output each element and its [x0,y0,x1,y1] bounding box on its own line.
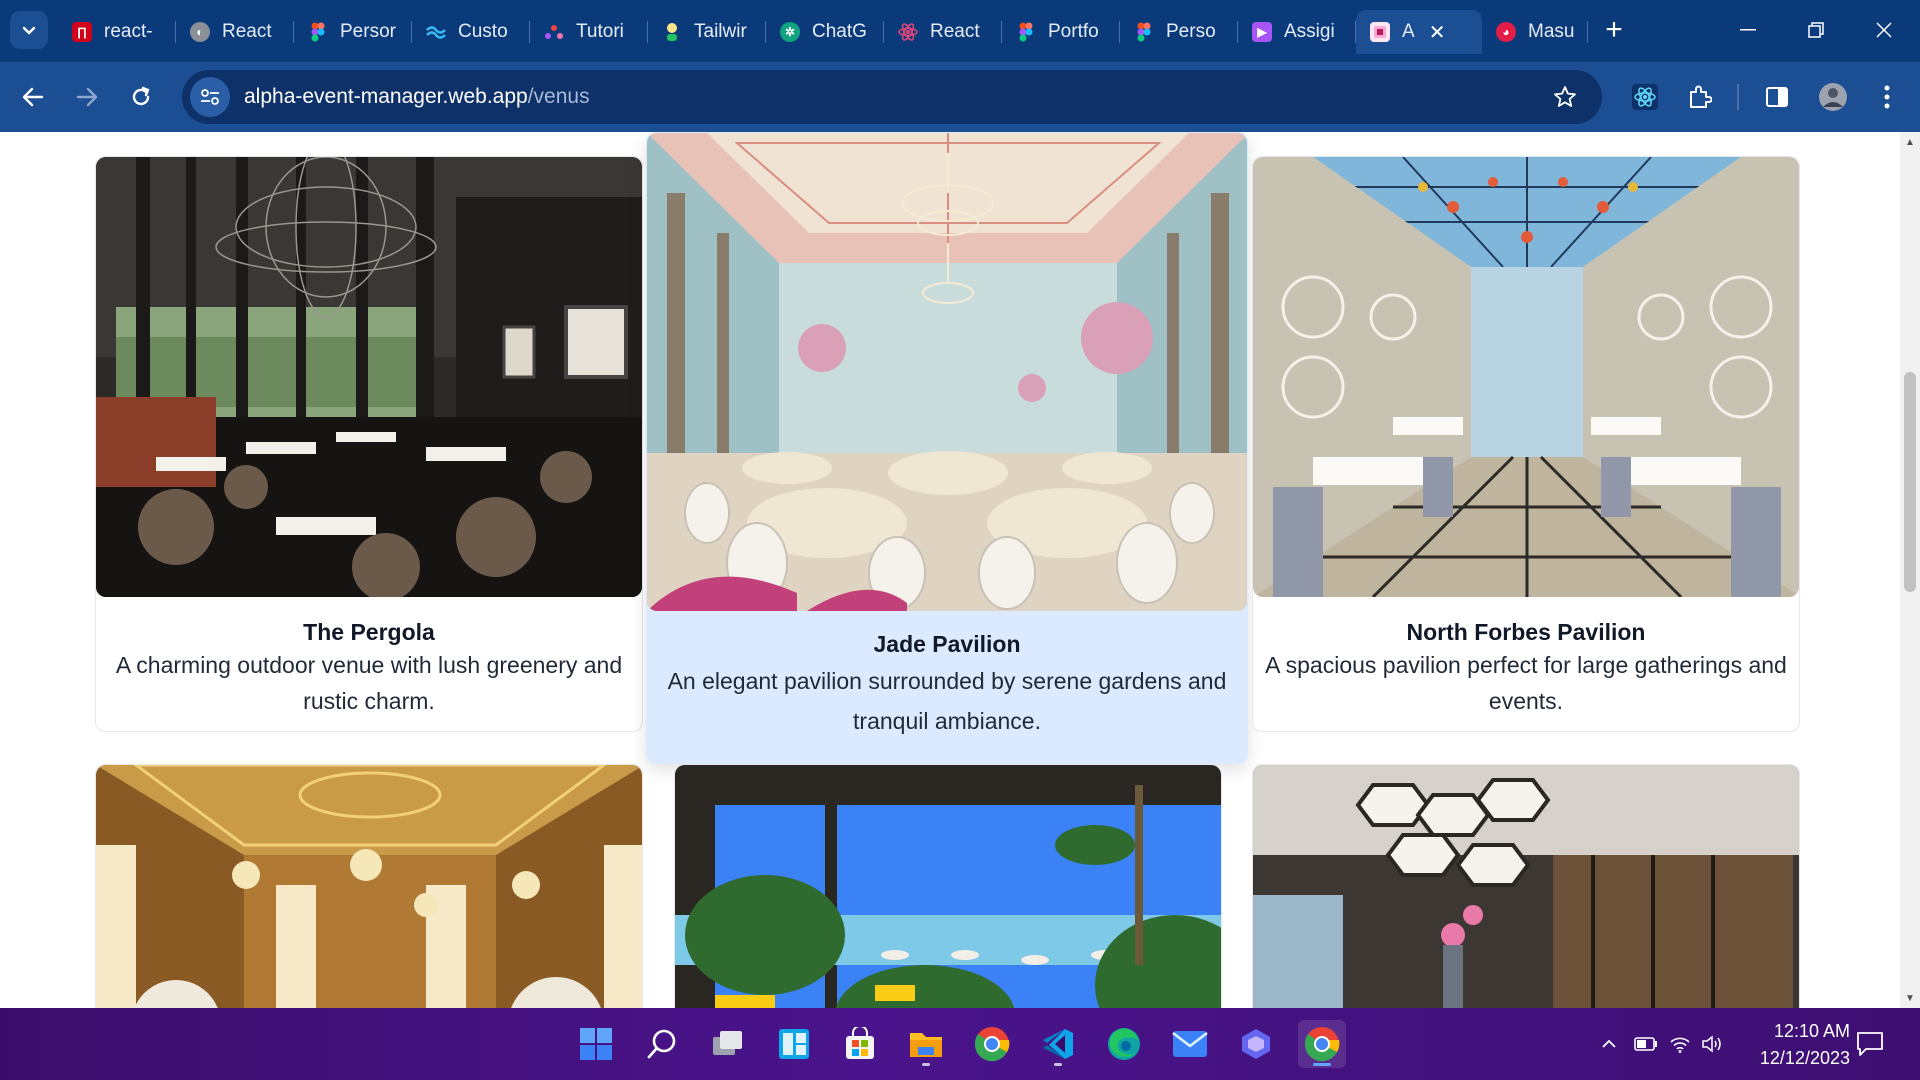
chevron-down-icon [22,26,36,35]
tab-react-docs[interactable]: React [884,10,1002,54]
task-view-icon[interactable] [704,1020,752,1068]
tab-portfolio-figma[interactable]: Portfo [1002,10,1120,54]
restore-icon[interactable] [1796,12,1836,48]
chrome-icon[interactable] [968,1020,1016,1068]
taskbar-clock[interactable]: 12:10 AM 12/12/2023 [1730,1018,1850,1072]
vscode-icon[interactable] [1034,1020,1082,1068]
active-indicator [1313,1063,1331,1066]
globe-favicon: ◐ [190,22,210,42]
chatgpt-favicon: ✲ [780,22,800,42]
chrome-active-icon[interactable] [1298,1020,1346,1068]
venue-image-modern-lounge [1253,765,1799,1008]
event-manager-favicon [1370,22,1390,42]
figma-favicon [1134,22,1154,42]
close-tab-icon[interactable]: ✕ [1429,20,1446,45]
dots-favicon [544,22,564,42]
venue-image-jade-pavilion [647,133,1247,611]
new-tab-button[interactable]: + [1596,12,1632,48]
tab-search-button[interactable] [10,11,48,49]
page-scrollbar[interactable]: ▲ ▼ [1900,132,1920,1008]
tab-event-manager-active[interactable]: A ✕ [1356,10,1482,54]
venue-image-pergola [96,157,642,597]
page-viewport: The Pergola A charming outdoor venue wit… [0,132,1900,1008]
toolbar-divider [1737,84,1739,110]
microsoft-store-icon[interactable] [836,1020,884,1068]
minimize-icon[interactable] [1728,12,1768,48]
venue-description: A spacious pavilion perfect for large ga… [1265,652,1787,714]
venue-card-pergola[interactable]: The Pergola A charming outdoor venue wit… [95,156,643,732]
volume-icon[interactable] [1696,1035,1728,1053]
venue-description: A charming outdoor venue with lush green… [115,652,623,714]
tab-chatgpt[interactable]: ✲ ChatG [766,10,884,54]
tab-react[interactable]: ◐ React [176,10,294,54]
clock-date: 12/12/2023 [1759,1048,1850,1068]
person-favicon [662,22,682,42]
profile-favicon: ◕ [1496,22,1516,42]
tab-list: ∏ react- ◐ React Persor Custo Tutori Tai… [58,10,1588,54]
profile-avatar[interactable] [1814,78,1852,116]
side-panel-icon[interactable] [1758,78,1796,116]
search-icon[interactable] [638,1020,686,1068]
notifications-icon[interactable] [1846,1020,1894,1068]
venue-title: Jade Pavilion [873,631,1021,657]
venue-image-north-forbes [1253,157,1799,597]
battery-icon[interactable] [1628,1037,1664,1051]
address-bar[interactable]: alpha-event-manager.web.app/venus [182,70,1602,124]
copilot-icon[interactable] [1232,1020,1280,1068]
figma-favicon [308,22,328,42]
wifi-icon[interactable] [1664,1035,1696,1053]
react-favicon [898,22,918,42]
venue-card-6[interactable] [1252,764,1800,1008]
tab-personal-figma[interactable]: Persor [294,10,412,54]
venue-card-north-forbes-pavilion[interactable]: North Forbes Pavilion A spacious pavilio… [1252,156,1800,732]
react-tab-favicon: ∏ [72,22,92,42]
venue-card-5[interactable] [674,764,1222,1008]
tab-masum-profile[interactable]: ◕ Masu [1482,10,1588,54]
scroll-down-arrow-icon[interactable]: ▼ [1900,988,1920,1008]
windows-start-icon[interactable] [572,1020,620,1068]
file-explorer-icon[interactable] [902,1020,950,1068]
tab-react-course[interactable]: ∏ react- [58,10,176,54]
show-hidden-icons-chevron-icon[interactable] [1596,1039,1622,1049]
kebab-menu-icon[interactable] [1868,78,1906,116]
url-path: /venus [527,85,590,108]
scroll-up-arrow-icon[interactable]: ▲ [1900,132,1920,152]
running-indicator [922,1063,930,1066]
venue-description: An elegant pavilion surrounded by serene… [667,668,1227,734]
reload-icon[interactable] [120,76,162,118]
venue-title: North Forbes Pavilion [1406,619,1646,645]
browser-tab-strip: ∏ react- ◐ React Persor Custo Tutori Tai… [0,0,1920,62]
close-window-icon[interactable] [1864,12,1904,48]
tab-personal-figma-2[interactable]: Perso [1120,10,1238,54]
venue-card-4[interactable] [95,764,643,1008]
back-arrow-icon[interactable] [12,76,54,118]
running-indicator [1054,1063,1062,1066]
wave-favicon [426,22,446,42]
venue-image-gold-ballroom [96,765,642,1008]
bookmark-star-icon[interactable] [1548,80,1582,114]
url-text[interactable]: alpha-event-manager.web.app/venus [244,85,590,109]
windows-taskbar: 12:10 AM 12/12/2023 [0,1008,1920,1080]
tab-tutorial[interactable]: Tutori [530,10,648,54]
react-devtools-extension-icon[interactable] [1626,78,1664,116]
scrollbar-thumb[interactable] [1904,372,1916,592]
venue-image-beach-terrace [675,765,1221,1008]
venue-title: The Pergola [303,619,435,645]
system-tray [1596,1008,1728,1080]
tab-tailwind[interactable]: Tailwir [648,10,766,54]
site-info-icon[interactable] [190,77,230,117]
url-host: alpha-event-manager.web.app [244,85,528,108]
tab-custom[interactable]: Custo [412,10,530,54]
assignment-favicon: ▶ [1252,22,1272,42]
tab-assignment[interactable]: ▶ Assigi [1238,10,1356,54]
figma-favicon [1016,22,1036,42]
forward-arrow-icon[interactable] [66,76,108,118]
edge-icon[interactable] [1100,1020,1148,1068]
extensions-puzzle-icon[interactable] [1680,78,1718,116]
venue-card-jade-pavilion[interactable]: Jade Pavilion An elegant pavilion surrou… [646,132,1248,764]
mail-icon[interactable] [1166,1020,1214,1068]
browser-toolbar: alpha-event-manager.web.app/venus [0,62,1920,132]
clock-time: 12:10 AM [1773,1021,1850,1041]
widgets-icon[interactable] [770,1020,818,1068]
